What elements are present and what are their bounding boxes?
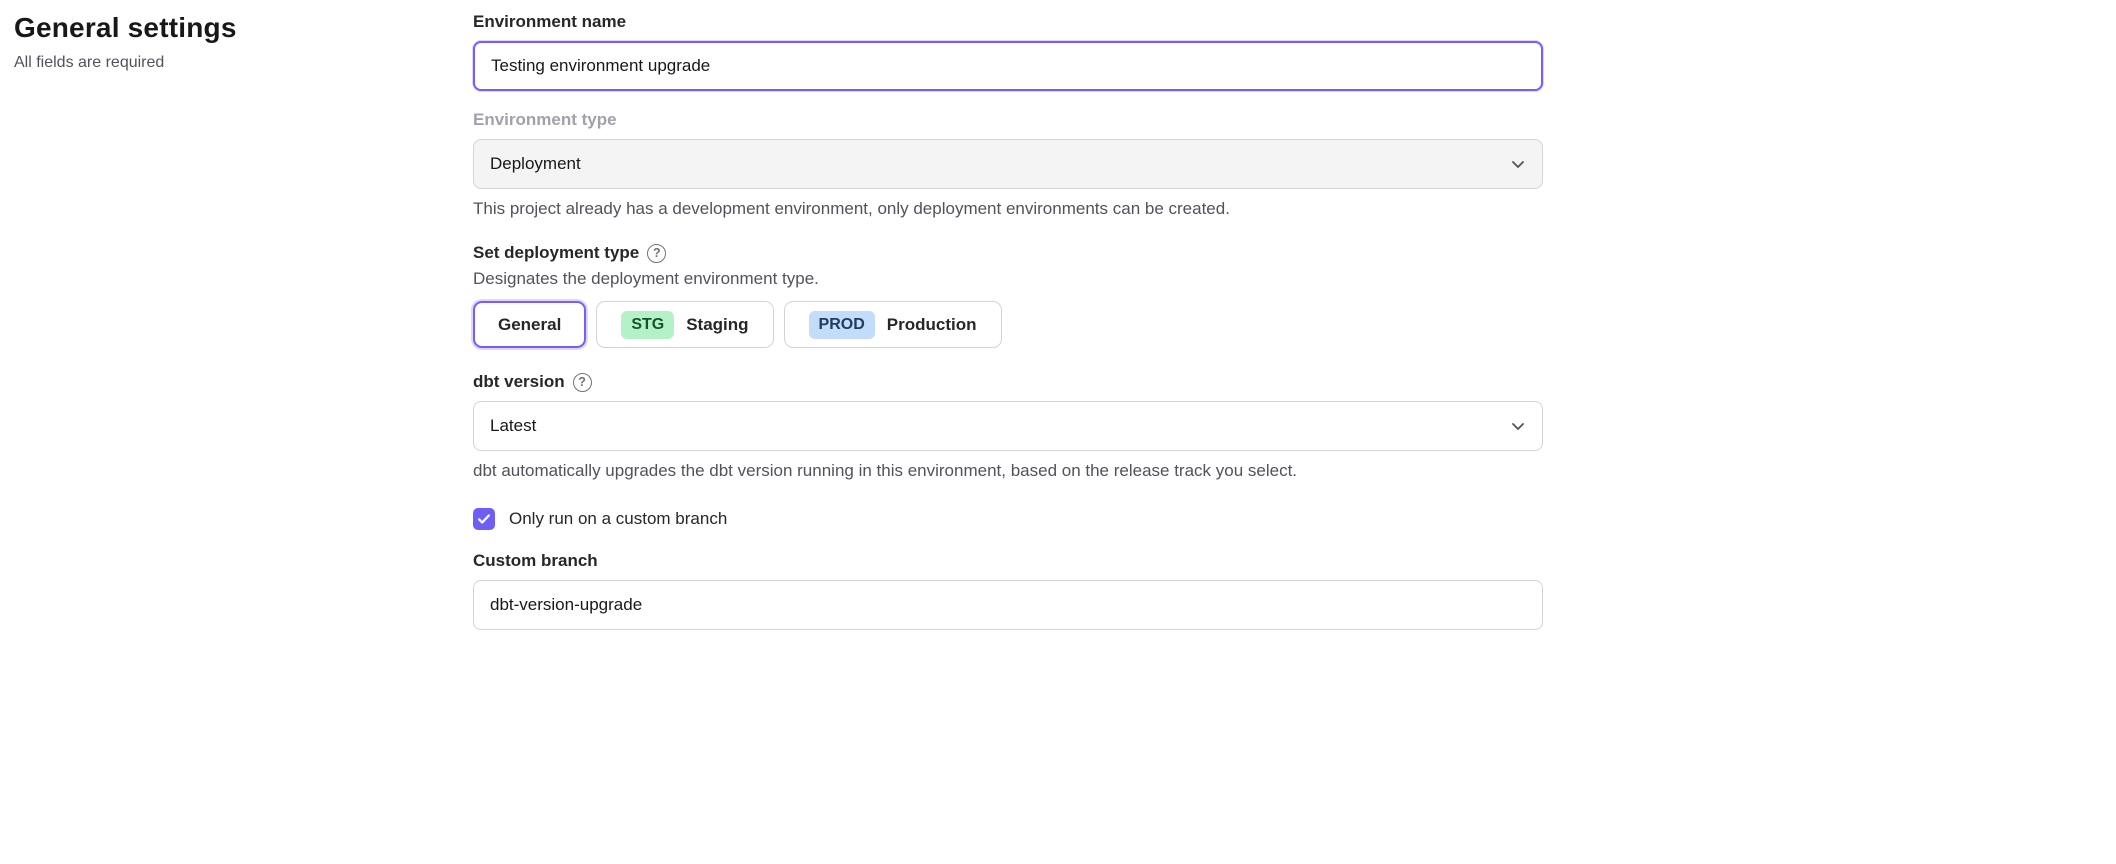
- page-title: General settings: [14, 12, 237, 44]
- deployment-type-label-text: Set deployment type: [473, 243, 639, 263]
- deployment-type-options: General STG Staging PROD Production: [473, 301, 1543, 348]
- dbt-version-group: dbt version ? Latest dbt automatically u…: [473, 372, 1543, 481]
- check-icon: [477, 512, 491, 526]
- page-subtitle: All fields are required: [14, 54, 237, 72]
- environment-name-label: Environment name: [473, 12, 1543, 32]
- environment-type-group: Environment type Deployment This project…: [473, 110, 1543, 219]
- dbt-version-label: dbt version ?: [473, 372, 1543, 392]
- environment-type-select[interactable]: Deployment: [473, 139, 1543, 189]
- environment-type-label: Environment type: [473, 110, 1543, 130]
- dbt-version-helper: dbt automatically upgrades the dbt versi…: [473, 461, 1543, 481]
- dbt-version-value: Latest: [490, 416, 536, 436]
- custom-branch-label: Custom branch: [473, 551, 1543, 571]
- environment-settings-form: Environment name Environment type Deploy…: [473, 12, 1543, 649]
- dbt-version-select[interactable]: Latest: [473, 401, 1543, 451]
- custom-branch-toggle-row: Only run on a custom branch: [473, 508, 1543, 530]
- environment-name-group: Environment name: [473, 12, 1543, 91]
- environment-type-helper: This project already has a development e…: [473, 199, 1543, 219]
- staging-badge: STG: [621, 311, 674, 339]
- custom-branch-input[interactable]: [473, 580, 1543, 630]
- deployment-type-helper: Designates the deployment environment ty…: [473, 269, 1543, 289]
- deployment-type-production-label: Production: [887, 315, 977, 335]
- deployment-type-general-button[interactable]: General: [473, 301, 586, 348]
- deployment-type-staging-label: Staging: [686, 315, 748, 335]
- deployment-type-group: Set deployment type ? Designates the dep…: [473, 243, 1543, 348]
- deployment-type-label: Set deployment type ?: [473, 243, 1543, 263]
- chevron-down-icon: [1510, 418, 1526, 434]
- dbt-version-label-text: dbt version: [473, 372, 565, 392]
- environment-name-input[interactable]: [473, 41, 1543, 91]
- chevron-down-icon: [1510, 156, 1526, 172]
- production-badge: PROD: [809, 311, 875, 339]
- custom-branch-checkbox-label[interactable]: Only run on a custom branch: [509, 509, 727, 529]
- deployment-type-staging-button[interactable]: STG Staging: [596, 301, 773, 348]
- question-circle-icon[interactable]: ?: [573, 373, 592, 392]
- question-circle-icon[interactable]: ?: [647, 244, 666, 263]
- deployment-type-production-button[interactable]: PROD Production: [784, 301, 1002, 348]
- settings-header: General settings All fields are required: [14, 12, 237, 72]
- environment-type-value: Deployment: [490, 154, 581, 174]
- deployment-type-general-label: General: [498, 315, 561, 335]
- custom-branch-group: Custom branch: [473, 551, 1543, 630]
- custom-branch-checkbox[interactable]: [473, 508, 495, 530]
